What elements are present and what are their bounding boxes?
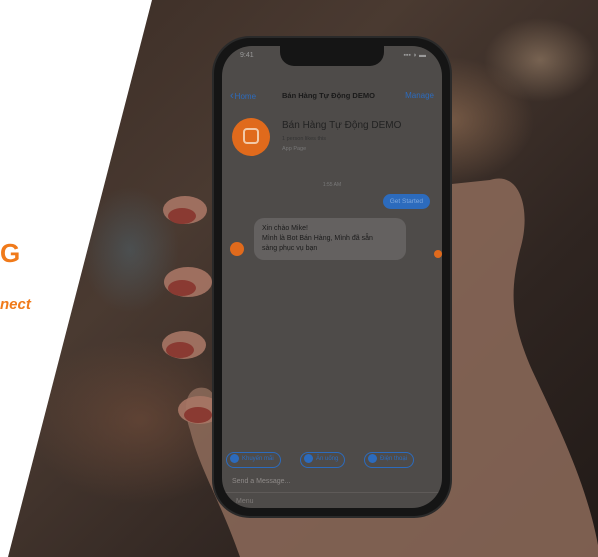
menu-button[interactable]: Menu xyxy=(236,498,254,505)
quick-replies: Khuyến mãi Ăn uống Điện thoại xyxy=(226,452,442,472)
headline-fragment: G xyxy=(0,238,21,268)
conversation-title: Bán Hàng Tự Động DEMO xyxy=(282,91,375,100)
chevron-left-icon: ‹ xyxy=(230,90,234,102)
quick-reply-label: Điện thoại xyxy=(380,456,408,462)
phone-notch xyxy=(280,46,384,66)
bot-message-line: Mình là Bot Bán Hàng, Mình đã sẵn xyxy=(262,235,373,242)
phone-icon xyxy=(368,453,377,463)
bot-category: App Page xyxy=(282,146,307,152)
back-label: Home xyxy=(234,92,257,101)
message-avatar xyxy=(230,242,244,256)
status-time: 9:41 xyxy=(240,52,254,59)
message-timestamp: 1:55 AM xyxy=(322,182,342,188)
bot-name: Bán Hàng Tự Động DEMO xyxy=(282,120,402,131)
bot-message-line: Xin chào Mike! xyxy=(262,225,308,232)
bot-avatar[interactable] xyxy=(232,118,270,156)
quick-reply-khuyen-mai[interactable]: Khuyến mãi xyxy=(226,452,281,468)
bot-message-line: sàng phục vụ bạn xyxy=(262,245,318,252)
message-input[interactable]: Send a Message... xyxy=(232,478,290,485)
subline-fragment: nect xyxy=(0,296,31,313)
read-receipt-icon xyxy=(434,250,442,258)
user-message-bubble: Get Started xyxy=(382,194,430,209)
phone-mockup: 9:41 ▪▪▪ ◗ ▬ ‹Home Bán Hàng Tự Động DEMO… xyxy=(214,38,450,516)
quick-reply-label: Khuyến mãi xyxy=(242,456,274,462)
robot-icon xyxy=(243,128,259,144)
nav-bar: ‹Home Bán Hàng Tự Động DEMO Manage xyxy=(222,86,442,108)
manage-button[interactable]: Manage xyxy=(405,91,434,100)
back-button[interactable]: ‹Home xyxy=(230,90,256,102)
composer-divider xyxy=(222,492,442,493)
quick-reply-label: Ăn uống xyxy=(316,456,339,462)
bot-message-bubble: Xin chào Mike! Mình là Bot Bán Hàng, Mìn… xyxy=(254,218,406,260)
quick-reply-an-uong[interactable]: Ăn uống xyxy=(300,452,346,468)
bot-likes: 1 person likes this xyxy=(282,136,327,142)
quick-reply-dien-thoai[interactable]: Điện thoại xyxy=(364,452,415,468)
food-icon xyxy=(304,453,313,463)
messenger-screen: 9:41 ▪▪▪ ◗ ▬ ‹Home Bán Hàng Tự Động DEMO… xyxy=(222,46,442,508)
page-profile: Bán Hàng Tự Động DEMO 1 person likes thi… xyxy=(222,112,442,170)
status-icons: ▪▪▪ ◗ ▬ xyxy=(403,52,426,59)
offer-icon xyxy=(230,453,239,463)
